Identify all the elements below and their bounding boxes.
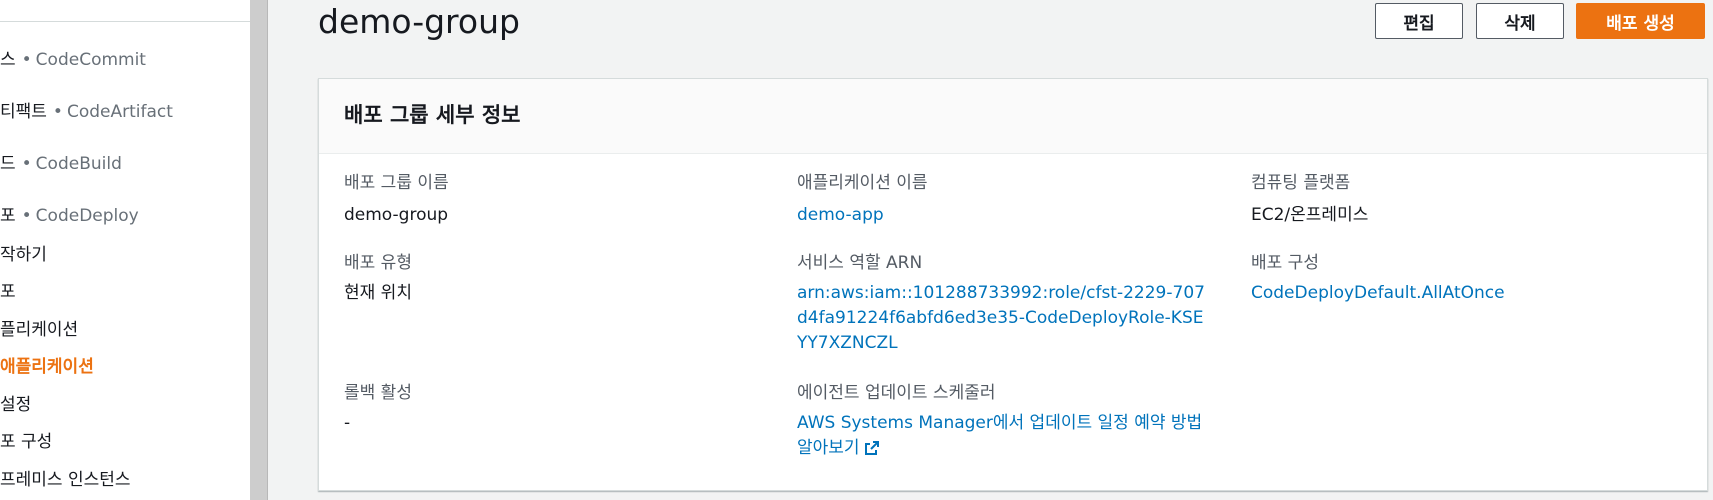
rollback-value: -: [344, 413, 351, 433]
sidebar-item-settings[interactable]: 설정: [0, 390, 31, 415]
app-name-field: 애플리케이션 이름 demo-app: [797, 172, 928, 228]
card-header: 배포 그룹 세부 정보: [319, 79, 1707, 154]
rollback-field: 롤백 활성 -: [344, 382, 412, 436]
sidebar-item-label: 티팩트: [0, 102, 47, 122]
sidebar-item-label: 스: [0, 50, 16, 70]
agent-scheduler-link-text: AWS Systems Manager: [797, 413, 993, 433]
bullet: •: [21, 50, 32, 70]
sidebar-item-deployment-configs[interactable]: 포 구성: [0, 427, 52, 452]
role-arn-link[interactable]: arn:aws:iam::101288733992:role/cfst-2229…: [797, 281, 1207, 356]
card-title: 배포 그룹 세부 정보: [344, 103, 521, 127]
role-arn-label: 서비스 역할 ARN: [797, 253, 923, 273]
deploy-type-field: 배포 유형 현재 위치: [344, 252, 412, 306]
role-arn-field: 서비스 역할 ARN arn:aws:iam::101288733992:rol…: [797, 252, 1207, 356]
agent-scheduler-field: 에이전트 업데이트 스케줄러 AWS Systems Manager에서 업데이…: [797, 382, 1207, 464]
sidebar-scrollbar[interactable]: [250, 0, 267, 500]
sidebar-item-codedeploy[interactable]: 포 • CodeDeploy: [0, 201, 139, 226]
bullet: •: [52, 102, 63, 122]
platform-label: 컴퓨팅 플랫폼: [1251, 173, 1351, 193]
platform-value: EC2/온프레미스: [1251, 205, 1369, 225]
agent-scheduler-link[interactable]: AWS Systems Manager에서 업데이트 일정 예약 방법 알아보기: [797, 411, 1207, 464]
sidebar-item-deployments[interactable]: 포: [0, 277, 16, 302]
sidebar-item-getting-started[interactable]: 작하기: [0, 240, 47, 265]
create-deployment-button[interactable]: 배포 생성: [1576, 3, 1705, 39]
sidebar: 스 • CodeCommit 티팩트 • CodeArtifact 드 • CodeBuil…: [0, 0, 250, 500]
deployment-group-details-card: 배포 그룹 세부 정보 배포 그룹 이름 demo-group 애플리케이션 이…: [318, 78, 1708, 491]
deploy-config-link[interactable]: CodeDeployDefault.AllAtOnce: [1251, 281, 1505, 306]
deploy-type-label: 배포 유형: [344, 253, 412, 273]
sidebar-item-service: CodeBuild: [35, 154, 122, 174]
bullet: •: [21, 206, 32, 226]
delete-button[interactable]: 삭제: [1476, 3, 1564, 39]
sidebar-item-service: CodeCommit: [35, 50, 146, 70]
sidebar-item-codecommit[interactable]: 스 • CodeCommit: [0, 45, 146, 70]
bullet: •: [21, 154, 32, 174]
agent-scheduler-label: 에이전트 업데이트 스케줄러: [797, 383, 996, 403]
group-name-field: 배포 그룹 이름 demo-group: [344, 172, 449, 228]
external-link-icon: [864, 439, 880, 464]
sidebar-item-service: CodeDeploy: [35, 206, 139, 226]
platform-field: 컴퓨팅 플랫폼 EC2/온프레미스: [1251, 172, 1368, 228]
group-name-value: demo-group: [344, 205, 449, 225]
app-name-label: 애플리케이션 이름: [797, 173, 928, 193]
sidebar-item-label: 드: [0, 154, 16, 174]
group-name-label: 배포 그룹 이름: [344, 173, 449, 193]
page-title: demo-group: [318, 2, 520, 41]
sidebar-item-applications[interactable]: 플리케이션: [0, 315, 78, 340]
sidebar-item-codebuild[interactable]: 드 • CodeBuild: [0, 149, 122, 174]
deploy-config-label: 배포 구성: [1251, 253, 1319, 273]
sidebar-item-onprem-instances[interactable]: 프레미스 인스턴스: [0, 465, 131, 490]
rollback-label: 롤백 활성: [344, 383, 412, 403]
sidebar-divider: [0, 21, 250, 22]
app-name-link[interactable]: demo-app: [797, 203, 928, 228]
sidebar-item-service: CodeArtifact: [66, 102, 173, 122]
sidebar-item-application-active[interactable]: 애플리케이션: [0, 352, 94, 377]
deploy-config-field: 배포 구성 CodeDeployDefault.AllAtOnce: [1251, 252, 1505, 306]
scrollbar-edge: [267, 0, 268, 500]
sidebar-item-codeartifact[interactable]: 티팩트 • CodeArtifact: [0, 97, 173, 122]
sidebar-item-label: 포: [0, 206, 16, 226]
deploy-type-value: 현재 위치: [344, 283, 412, 303]
edit-button[interactable]: 편집: [1375, 3, 1463, 39]
